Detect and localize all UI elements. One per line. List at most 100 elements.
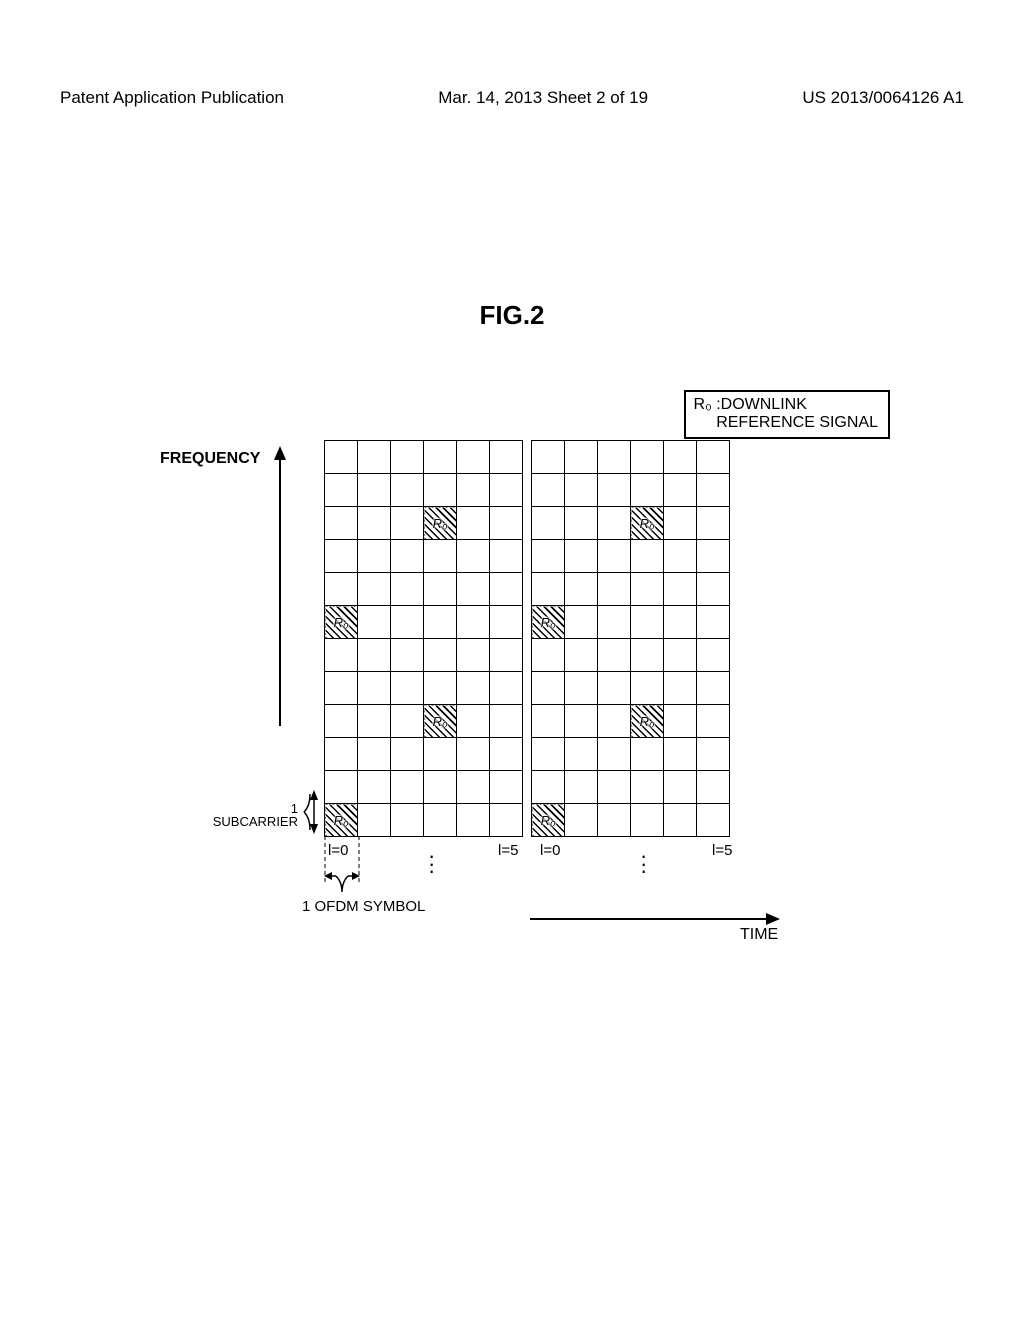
grid-cell: [490, 441, 523, 474]
grid-cell: [424, 672, 457, 705]
grid-cell: [457, 606, 490, 639]
grid-cell: R₀: [325, 606, 358, 639]
grid-cell: [325, 507, 358, 540]
grid-cell: [664, 738, 697, 771]
grid-cell: [424, 771, 457, 804]
grid-cell: [631, 474, 664, 507]
grid-cell: [358, 540, 391, 573]
grid-cell: [358, 441, 391, 474]
grid-cell: [565, 441, 598, 474]
grid-cell: [424, 738, 457, 771]
grid-cell: [457, 639, 490, 672]
reference-signal-cell: R₀: [334, 615, 349, 630]
grid-cell: [532, 573, 565, 606]
grid-cell: [532, 639, 565, 672]
grid-cell: [664, 672, 697, 705]
grid-cell: [457, 771, 490, 804]
grid-cell: [631, 672, 664, 705]
reference-signal-cell: R₀: [541, 813, 556, 828]
grid-cell: [697, 672, 730, 705]
legend-text: :DOWNLINK REFERENCE SIGNAL: [716, 396, 878, 433]
grid-cell: [631, 771, 664, 804]
grid-cell: [598, 606, 631, 639]
grid-cell: [358, 672, 391, 705]
legend: R₀ :DOWNLINK REFERENCE SIGNAL: [684, 390, 890, 439]
grid-cell: [391, 804, 424, 837]
grid-cell: [664, 705, 697, 738]
grid-cell: [391, 507, 424, 540]
slot-divider: [523, 540, 532, 573]
ellipsis-icon: ···: [640, 852, 647, 875]
grid-cell: [664, 573, 697, 606]
header-left: Patent Application Publication: [60, 88, 284, 108]
grid-cell: [697, 705, 730, 738]
grid-cell: [532, 738, 565, 771]
grid-cell: [358, 507, 391, 540]
grid-cell: R₀: [631, 507, 664, 540]
grid-cell: [664, 639, 697, 672]
grid-cell: R₀: [424, 705, 457, 738]
grid-cell: [697, 441, 730, 474]
grid-cell: [490, 540, 523, 573]
resource-grid: R₀R₀R₀R₀R₀R₀R₀R₀: [324, 440, 730, 837]
grid-cell: [325, 474, 358, 507]
grid-cell: [457, 540, 490, 573]
grid-cell: [358, 573, 391, 606]
grid-cell: [391, 606, 424, 639]
grid-cell: [598, 441, 631, 474]
grid-cell: R₀: [532, 804, 565, 837]
grid-cell: R₀: [532, 606, 565, 639]
figure-title: FIG.2: [0, 300, 1024, 331]
grid-cell: [565, 507, 598, 540]
grid-cell: [457, 474, 490, 507]
reference-signal-cell: R₀: [433, 714, 448, 729]
grid-cell: [325, 441, 358, 474]
reference-signal-cell: R₀: [640, 516, 655, 531]
grid-cell: [457, 573, 490, 606]
grid-cell: [598, 672, 631, 705]
grid-cell: [358, 705, 391, 738]
grid-cell: [697, 573, 730, 606]
grid-cell: [490, 639, 523, 672]
grid-cell: [697, 639, 730, 672]
grid-cell: [664, 474, 697, 507]
grid-cell: [490, 771, 523, 804]
grid-cell: [664, 804, 697, 837]
grid-cell: [358, 804, 391, 837]
slot-divider: [523, 507, 532, 540]
slot-divider: [523, 672, 532, 705]
grid-cell: [391, 573, 424, 606]
grid-cell: [697, 771, 730, 804]
reference-signal-cell: R₀: [334, 813, 349, 828]
grid-cell: [697, 804, 730, 837]
grid-cell: [325, 639, 358, 672]
grid-cell: [532, 705, 565, 738]
grid-cell: [325, 738, 358, 771]
grid-cell: [358, 771, 391, 804]
legend-symbol: R₀: [694, 396, 712, 414]
grid-cell: [532, 672, 565, 705]
grid-cell: [424, 804, 457, 837]
grid-cell: [631, 606, 664, 639]
grid-cell: [325, 573, 358, 606]
grid-cell: [490, 705, 523, 738]
grid-cell: [490, 507, 523, 540]
grid-cell: [391, 441, 424, 474]
ofdm-unit-label: 1 OFDM SYMBOL: [302, 898, 425, 915]
reference-signal-cell: R₀: [640, 714, 655, 729]
grid-cell: [391, 540, 424, 573]
grid-cell: [325, 705, 358, 738]
grid-cell: [391, 738, 424, 771]
grid-cell: [565, 771, 598, 804]
grid-cell: [664, 507, 697, 540]
col-label-slot2-first: l=0: [540, 842, 560, 859]
slot-divider: [523, 474, 532, 507]
grid-cell: [565, 738, 598, 771]
grid-cell: [631, 540, 664, 573]
grid-cell: [565, 705, 598, 738]
grid-cell: [565, 540, 598, 573]
grid-cell: [490, 474, 523, 507]
grid-cell: [598, 639, 631, 672]
grid-cell: [664, 540, 697, 573]
grid-cell: [457, 441, 490, 474]
